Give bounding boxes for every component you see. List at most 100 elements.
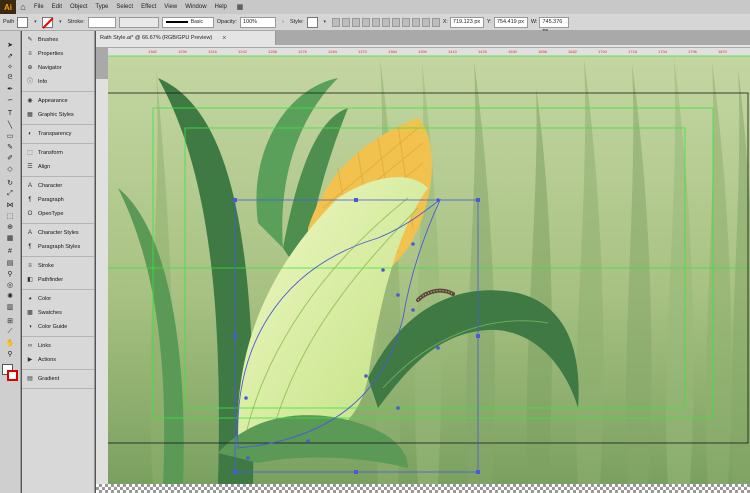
blend-tool[interactable]: ◎	[1, 279, 20, 290]
slice-tool[interactable]: ⟋	[1, 326, 20, 337]
stroke-dropdown-icon[interactable]: ▾	[56, 17, 64, 28]
pen-tool[interactable]: ✒	[1, 83, 20, 94]
panel-appearance[interactable]: ◉ Appearance	[22, 94, 94, 108]
perspective-grid-tool[interactable]: ▦	[1, 232, 20, 243]
fill-dropdown-icon[interactable]: ▾	[31, 17, 39, 28]
panel-stroke[interactable]: ≡ Stroke	[22, 259, 94, 273]
panel-navigator[interactable]: ⊕ Navigator	[22, 61, 94, 75]
workspace-switcher-icon[interactable]: ▦	[231, 3, 249, 11]
menu-window[interactable]: Window	[181, 0, 210, 14]
curvature-tool[interactable]: ∽	[1, 94, 20, 105]
toolbar-grip[interactable]	[0, 31, 20, 39]
brush-definition[interactable]: Basic	[161, 16, 214, 28]
panel-links[interactable]: ∞ Links	[22, 339, 94, 353]
pencil-tool[interactable]: ✐	[1, 152, 20, 163]
align-middle-icon[interactable]	[371, 17, 380, 27]
stroke-icon: ≡	[28, 263, 32, 269]
vertical-ruler[interactable]	[96, 79, 108, 493]
eyedropper-tool[interactable]: ⚲	[1, 268, 20, 279]
menu-edit[interactable]: Edit	[48, 0, 66, 14]
menu-object[interactable]: Object	[66, 0, 91, 14]
opacity-dropdown-icon[interactable]: ›	[279, 17, 287, 28]
opacity-label: Opacity:	[216, 19, 237, 25]
panel-label: Color Guide	[38, 324, 68, 330]
menu-type[interactable]: Type	[91, 0, 112, 14]
panel-graphic-styles[interactable]: ▦ Graphic Styles	[22, 108, 94, 122]
panel-properties[interactable]: ≡ Properties	[22, 47, 94, 61]
panel-brushes[interactable]: ✎ Brushes	[22, 33, 94, 47]
align-top-icon[interactable]	[361, 17, 370, 27]
w-field[interactable]: 745.376 px	[539, 16, 570, 34]
panel-pathfinder[interactable]: ◧ Pathfinder	[22, 273, 94, 287]
x-field[interactable]: 719.123 px	[449, 16, 484, 28]
panel-opentype[interactable]: O OpenType	[22, 207, 94, 221]
paintbrush-tool[interactable]: ✎	[1, 141, 20, 152]
distribute-bottom-icon[interactable]	[411, 17, 420, 27]
shape-builder-tool[interactable]: ⊕	[1, 221, 20, 232]
stroke-swatch[interactable]	[42, 16, 54, 28]
document-tab[interactable]: Rath Style.ai* @ 66.67% (RGB/GPU Preview…	[96, 31, 276, 45]
artboard-canvas[interactable]	[108, 48, 750, 484]
panel-paragraph[interactable]: ¶ Paragraph	[22, 193, 94, 207]
panel-character-styles[interactable]: A Character Styles	[22, 226, 94, 240]
style-swatch[interactable]	[306, 16, 318, 28]
gradient-tool[interactable]: ▤	[1, 257, 20, 268]
width-tool[interactable]: ⋈	[1, 199, 20, 210]
stroke-weight-field[interactable]	[87, 16, 116, 28]
menu-file[interactable]: File	[30, 0, 48, 14]
selection-tool[interactable]: ➤	[1, 39, 20, 50]
panel-swatches[interactable]: ▩ Swatches	[22, 306, 94, 320]
graphic-styles-icon: ▦	[27, 112, 33, 118]
scale-tool[interactable]: ⤢	[1, 188, 20, 199]
reference-point-icon[interactable]	[431, 17, 440, 27]
lasso-tool[interactable]: ᘓ	[1, 72, 20, 83]
menu-help[interactable]: Help	[211, 0, 231, 14]
type-tool[interactable]: T	[1, 108, 20, 119]
close-icon[interactable]: ×	[222, 35, 226, 42]
transform-options-icon[interactable]	[421, 17, 430, 27]
direct-selection-tool[interactable]: ⇗	[1, 50, 20, 61]
y-label: Y:	[486, 19, 492, 25]
rectangle-tool[interactable]: ▭	[1, 130, 20, 141]
panel-transparency[interactable]: ◐ Transparency	[22, 127, 94, 141]
variable-width-field[interactable]	[118, 16, 159, 28]
artboard-tool[interactable]: ⊞	[1, 315, 20, 326]
panel-label: Actions	[38, 357, 57, 363]
properties-icon: ≡	[28, 51, 32, 57]
zoom-tool[interactable]: ⚲	[1, 348, 20, 359]
align-right-icon[interactable]	[351, 17, 360, 27]
panel-color-guide[interactable]: ◑ Color Guide	[22, 320, 94, 334]
distribute-icon[interactable]	[391, 17, 400, 27]
fill-swatch[interactable]	[17, 16, 29, 28]
hand-tool[interactable]: ✋	[1, 337, 20, 348]
column-graph-tool[interactable]: ▥	[1, 301, 20, 312]
panel-gradient[interactable]: ▤ Gradient	[22, 372, 94, 386]
symbol-sprayer-tool[interactable]: ✺	[1, 290, 20, 301]
free-transform-tool[interactable]: ⬚	[1, 210, 20, 221]
y-field[interactable]: 754.419 px	[493, 16, 528, 28]
opacity-field[interactable]: 100%	[239, 16, 276, 28]
distribute-center-icon[interactable]	[401, 17, 410, 27]
magic-wand-tool[interactable]: ✧	[1, 61, 20, 72]
home-icon[interactable]: ⌂	[16, 0, 30, 14]
eraser-tool[interactable]: ◇	[1, 163, 20, 174]
menu-select[interactable]: Select	[112, 0, 137, 14]
align-left-icon[interactable]	[331, 17, 340, 27]
menu-effect[interactable]: Effect	[137, 0, 160, 14]
line-tool[interactable]: ╲	[1, 119, 20, 130]
menu-view[interactable]: View	[160, 0, 181, 14]
style-dropdown-icon[interactable]: ▾	[321, 17, 329, 28]
rotate-tool[interactable]: ↻	[1, 177, 20, 188]
panel-character[interactable]: A Character	[22, 179, 94, 193]
align-bottom-icon[interactable]	[381, 17, 390, 27]
mesh-tool[interactable]: #	[1, 246, 20, 257]
panel-align[interactable]: ☰ Align	[22, 160, 94, 174]
panel-transform[interactable]: ⬚ Transform	[22, 146, 94, 160]
align-center-icon[interactable]	[341, 17, 350, 27]
fill-stroke-swatches[interactable]	[1, 363, 20, 385]
panel-info[interactable]: ⓘ Info	[22, 75, 94, 89]
panel-actions[interactable]: ▶ Actions	[22, 353, 94, 367]
panel-paragraph-styles[interactable]: ¶ Paragraph Styles	[22, 240, 94, 254]
panel-color[interactable]: ◕ Color	[22, 292, 94, 306]
stroke-box[interactable]	[6, 370, 18, 381]
